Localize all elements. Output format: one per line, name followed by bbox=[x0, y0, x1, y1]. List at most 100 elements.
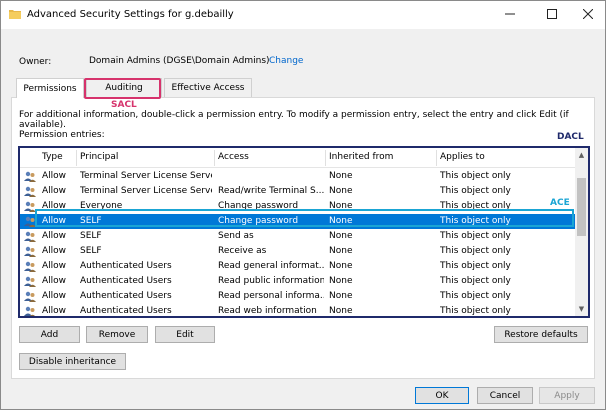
cell-access: Read general informat... bbox=[218, 261, 324, 271]
close-icon bbox=[583, 9, 593, 19]
dacl-annotation: DACL bbox=[557, 132, 584, 142]
advanced-security-settings-window: Advanced Security Settings for g.debaill… bbox=[0, 0, 606, 410]
sacl-highlight-box bbox=[84, 78, 161, 99]
table-row[interactable]: Allow SELF Send as None This object only bbox=[20, 229, 576, 244]
users-group-icon bbox=[24, 171, 36, 182]
users-group-icon bbox=[24, 261, 36, 272]
column-header-type[interactable]: Type bbox=[42, 152, 63, 162]
cell-inherited-from: None bbox=[329, 306, 353, 316]
list-header: Type Principal Access Inherited from App… bbox=[20, 148, 576, 168]
cell-access: Read public information bbox=[218, 276, 324, 286]
column-divider[interactable] bbox=[325, 150, 326, 166]
minimize-icon bbox=[505, 13, 515, 15]
cell-principal: Authenticated Users bbox=[80, 276, 172, 286]
cell-type: Allow bbox=[42, 261, 67, 271]
cell-access: Read web information bbox=[218, 306, 317, 316]
column-divider[interactable] bbox=[76, 150, 77, 166]
users-group-icon bbox=[24, 306, 36, 316]
cell-principal: SELF bbox=[80, 246, 102, 256]
cell-applies-to: This object only bbox=[440, 171, 511, 181]
ace-annotation: ACE bbox=[550, 198, 570, 208]
cancel-button[interactable]: Cancel bbox=[477, 387, 533, 404]
column-header-inherited-from[interactable]: Inherited from bbox=[329, 152, 393, 162]
cell-inherited-from: None bbox=[329, 186, 353, 196]
folder-icon bbox=[9, 10, 21, 19]
owner-label: Owner: bbox=[19, 57, 52, 67]
cell-access: Receive as bbox=[218, 246, 267, 256]
cell-inherited-from: None bbox=[329, 291, 353, 301]
remove-button[interactable]: Remove bbox=[86, 326, 148, 343]
cell-applies-to: This object only bbox=[440, 246, 511, 256]
cell-applies-to: This object only bbox=[440, 276, 511, 286]
cell-type: Allow bbox=[42, 171, 67, 181]
add-button[interactable]: Add bbox=[19, 326, 80, 343]
cell-principal: Authenticated Users bbox=[80, 261, 172, 271]
cell-inherited-from: None bbox=[329, 261, 353, 271]
users-group-icon bbox=[24, 276, 36, 287]
cell-type: Allow bbox=[42, 246, 67, 256]
cell-applies-to: This object only bbox=[440, 231, 511, 241]
scroll-down-arrow-icon[interactable]: ▼ bbox=[575, 302, 588, 316]
sacl-annotation: SACL bbox=[111, 100, 137, 110]
cell-principal: SELF bbox=[80, 231, 102, 241]
scroll-up-arrow-icon[interactable]: ▲ bbox=[575, 148, 588, 162]
cell-type: Allow bbox=[42, 306, 67, 316]
cell-access: Send as bbox=[218, 231, 254, 241]
owner-value: Domain Admins (DGSE\Domain Admins) bbox=[89, 56, 270, 66]
cell-inherited-from: None bbox=[329, 246, 353, 256]
cell-inherited-from: None bbox=[329, 276, 353, 286]
apply-button[interactable]: Apply bbox=[539, 387, 595, 404]
title-bar[interactable]: Advanced Security Settings for g.debaill… bbox=[1, 1, 605, 29]
permission-entries-label: Permission entries: bbox=[19, 130, 105, 140]
column-divider[interactable] bbox=[214, 150, 215, 166]
cell-principal: Terminal Server License Serve... bbox=[80, 186, 212, 196]
users-group-icon bbox=[24, 291, 36, 302]
maximize-icon bbox=[547, 9, 557, 19]
scroll-thumb[interactable] bbox=[577, 178, 586, 236]
table-row[interactable]: Allow Authenticated Users Read public info… bbox=[20, 274, 576, 289]
table-row[interactable]: Allow Terminal Server License Serve... Rea… bbox=[20, 184, 576, 199]
table-row[interactable]: Allow Authenticated Users Read personal in… bbox=[20, 289, 576, 304]
change-owner-link[interactable]: Change bbox=[269, 56, 303, 66]
table-row[interactable]: Allow SELF Receive as None This object only bbox=[20, 244, 576, 259]
cell-inherited-from: None bbox=[329, 231, 353, 241]
tab-effective-access[interactable]: Effective Access bbox=[164, 78, 252, 97]
column-header-access[interactable]: Access bbox=[218, 152, 249, 162]
table-row[interactable]: Allow Authenticated Users Read web informa… bbox=[20, 304, 576, 316]
column-header-principal[interactable]: Principal bbox=[80, 152, 118, 162]
vertical-scrollbar[interactable]: ▲ ▼ bbox=[575, 148, 588, 316]
cell-type: Allow bbox=[42, 276, 67, 286]
users-group-icon bbox=[24, 246, 36, 257]
disable-inheritance-button[interactable]: Disable inheritance bbox=[19, 353, 126, 370]
window-title: Advanced Security Settings for g.debaill… bbox=[27, 9, 234, 20]
ok-button[interactable]: OK bbox=[415, 387, 469, 404]
cell-principal: Authenticated Users bbox=[80, 291, 172, 301]
cell-applies-to: This object only bbox=[440, 306, 511, 316]
users-group-icon bbox=[24, 231, 36, 242]
table-row[interactable]: Allow Authenticated Users Read general inf… bbox=[20, 259, 576, 274]
restore-defaults-button[interactable]: Restore defaults bbox=[494, 326, 588, 343]
table-row[interactable]: Allow Terminal Server License Serve... Non… bbox=[20, 169, 576, 184]
maximize-button[interactable] bbox=[535, 1, 569, 27]
cell-type: Allow bbox=[42, 291, 67, 301]
cell-applies-to: This object only bbox=[440, 186, 511, 196]
cell-applies-to: This object only bbox=[440, 291, 511, 301]
info-text: For additional information, double-click… bbox=[19, 110, 569, 130]
cell-inherited-from: None bbox=[329, 171, 353, 181]
users-group-icon bbox=[24, 186, 36, 197]
cell-applies-to: This object only bbox=[440, 261, 511, 271]
permission-entries-list[interactable]: Type Principal Access Inherited from App… bbox=[18, 146, 590, 318]
column-divider[interactable] bbox=[436, 150, 437, 166]
column-header-applies-to[interactable]: Applies to bbox=[440, 152, 485, 162]
cell-type: Allow bbox=[42, 186, 67, 196]
edit-button[interactable]: Edit bbox=[155, 326, 215, 343]
cell-principal: Terminal Server License Serve... bbox=[80, 171, 212, 181]
tab-permissions[interactable]: Permissions bbox=[16, 78, 84, 98]
cell-type: Allow bbox=[42, 231, 67, 241]
close-button[interactable] bbox=[571, 1, 605, 27]
cell-access: Read/write Terminal S... bbox=[218, 186, 324, 196]
cell-principal: Authenticated Users bbox=[80, 306, 172, 316]
minimize-button[interactable] bbox=[493, 1, 527, 27]
cell-access: Read personal informa... bbox=[218, 291, 324, 301]
ace-highlight-box bbox=[35, 209, 574, 227]
